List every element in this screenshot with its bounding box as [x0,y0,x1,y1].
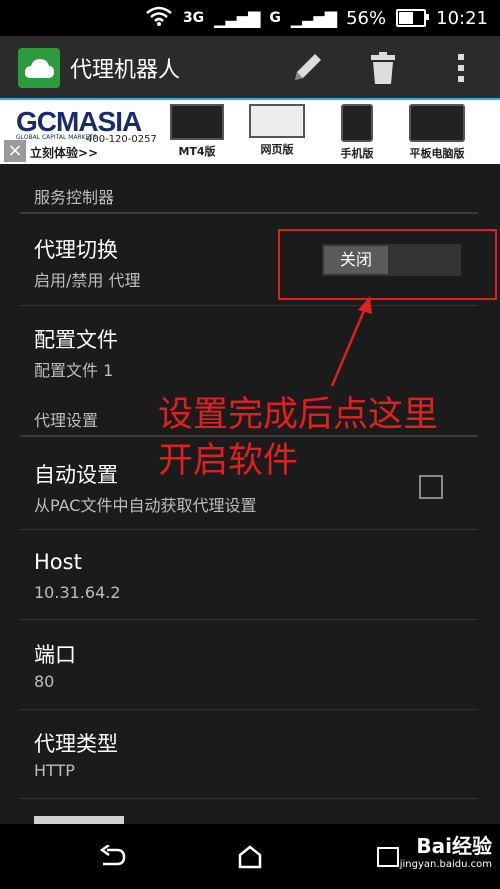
proxy-switch-title: 代理切换 [34,238,118,262]
divider [20,709,478,710]
app-title: 代理机器人 [70,58,181,83]
edit-button[interactable] [287,48,327,88]
host-value: 10.31.64.2 [34,583,121,602]
ad-product-tablet: 平板电脑版 [404,104,470,162]
next-item-partial[interactable] [34,816,124,824]
back-button[interactable] [94,840,130,874]
annotation-line-2: 开启软件 [158,441,299,481]
delete-button[interactable] [363,48,403,88]
monitor-icon [170,104,224,140]
ad-subtitle: GLOBAL CAPITAL MARKETS [16,134,97,141]
proxy-switch-summary: 启用/禁用 代理 [34,271,141,290]
laptop-icon [249,104,305,138]
host-title: Host [34,550,82,574]
divider [20,305,478,306]
auto-setting-title: 自动设置 [34,463,118,487]
status-bar: 3G ▁▃▅▇ G ▁▃▅▇ 56% 10:21 [0,0,500,36]
watermark-url: jingyan.baidu.com [399,859,492,870]
annotation-arrow [330,296,372,387]
ad-product-mt4: MT4版 [164,104,230,162]
signal-icon: ▁▃▅▇ [214,8,260,28]
home-icon [238,845,262,869]
battery-icon [396,9,430,27]
overflow-menu-button[interactable] [441,48,481,88]
ad-close-button[interactable]: × [4,140,26,162]
ad-cta[interactable]: 立刻体验>> [30,144,98,161]
network-g-indicator: G [269,10,281,26]
battery-percent: 56% [346,7,387,29]
watermark-brand: Bai经验 [416,834,492,858]
navigation-bar: Bai经验 jingyan.baidu.com [0,824,500,889]
more-vert-icon [458,54,464,82]
divider [20,798,478,799]
profile-title: 配置文件 [34,328,118,352]
proxy-settings-header: 代理设置 [34,411,99,430]
clock: 10:21 [436,7,488,29]
phone-icon [341,104,373,142]
ad-product-web: 网页版 [244,104,310,162]
ad-banner[interactable]: GCMASIA GLOBAL CAPITAL MARKETS 400-120-0… [0,100,500,164]
wifi-icon [145,5,173,32]
watermark: Bai经验 jingyan.baidu.com [400,830,492,870]
proxy-type-value: HTTP [34,761,75,780]
auto-setting-checkbox[interactable] [419,475,443,499]
divider [20,529,478,530]
pencil-icon [295,54,321,80]
port-value: 80 [34,672,55,691]
annotation-line-1: 设置完成后点这里 [158,395,439,435]
trash-icon [371,52,395,84]
back-icon [99,845,126,866]
action-bar: 代理机器人 [0,36,500,100]
annotation-highlight-box [278,229,497,300]
ad-product-mobile: 手机版 [324,104,390,162]
signal-2-icon: ▁▃▅▇ [290,8,337,28]
divider [20,619,478,620]
tablet-icon [409,104,465,142]
settings-list: 服务控制器 代理切换 启用/禁用 代理 关闭 配置文件 配置文件 1 代理设置 … [0,164,500,824]
cloud-app-icon[interactable] [18,48,60,88]
divider [20,212,478,214]
profile-summary: 配置文件 1 [34,361,114,380]
home-button[interactable] [232,840,268,874]
auto-setting-summary: 从PAC文件中自动获取代理设置 [34,496,257,515]
network-3g-indicator: 3G [182,10,205,26]
proxy-type-title: 代理类型 [34,732,118,756]
service-controller-header: 服务控制器 [34,188,115,207]
recent-apps-icon [377,847,399,867]
port-title: 端口 [34,643,76,667]
